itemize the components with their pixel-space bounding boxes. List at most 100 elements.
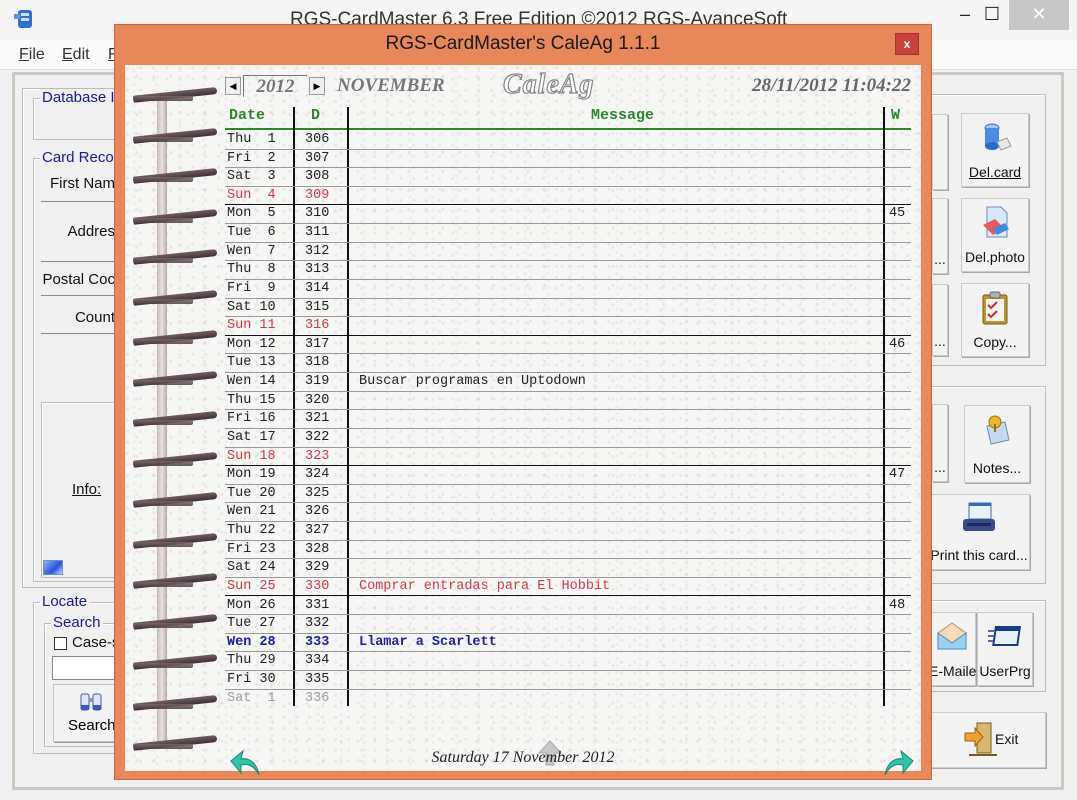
week-number-cell: 48 [889,597,906,613]
selected-date: Saturday 17 November 2012 [431,749,615,766]
day-of-year-cell: 330 [305,578,330,594]
calendar-row[interactable]: Mon 5 310 45 [225,205,911,225]
clipboard-icon [982,291,1008,325]
date-cell: Tue 6 [227,225,276,241]
exit-button[interactable]: Exit [928,712,1046,768]
calendar-row[interactable]: Sat 24 329 [225,559,911,578]
calendar-row[interactable]: Thu 22 327 [225,522,911,541]
dialog-close-button[interactable]: x [895,33,919,55]
month-label[interactable]: NOVEMBER [337,75,445,97]
year-field[interactable]: 2012 [243,75,307,97]
message-cell: Comprar entradas para El Hobbit [359,578,611,594]
del-card-button[interactable]: Del.card [961,113,1029,187]
copy-button[interactable]: Copy... [961,283,1029,357]
day-of-year-cell: 318 [305,355,330,371]
calendar-row[interactable]: Sun 4 309 [225,187,911,206]
spiral-ring [133,87,218,103]
calendar-row[interactable]: Tue 13 318 [225,354,911,374]
delete-photo-icon [983,206,1009,238]
calendar-row[interactable]: Sat 1 336 [225,690,911,709]
message-cell: Llamar a Scarlett [359,634,497,650]
day-of-year-cell: 322 [305,429,330,445]
calendar-row[interactable]: Sat 10 315 [225,299,911,318]
calendar-row[interactable]: Sun 25 330 Comprar entradas para El Hobbit [225,578,911,597]
date-cell: Wen 28 [227,634,276,650]
col-header-doy: D [311,107,321,124]
calendar-row[interactable]: Thu 29 334 [225,652,911,671]
week-number-cell: 46 [889,336,906,352]
calendar-row[interactable]: Fri 23 328 [225,541,911,560]
calendar-row[interactable]: Wen 28 333 Llamar a Scarlett [225,634,911,653]
case-sensitive-checkbox[interactable] [54,637,67,650]
calendar-row[interactable]: Thu 8 313 [225,261,911,280]
prev-year-button[interactable]: ◀ [225,77,241,95]
maximize-button[interactable]: ☐ [975,0,1009,30]
spiral-ring [133,411,218,427]
search-input[interactable] [52,656,122,680]
menu-file[interactable]: File [19,46,45,64]
calendar-row[interactable]: Tue 20 325 [225,485,911,504]
current-datetime: 28/11/2012 11:04:22 [752,75,911,96]
day-of-year-cell: 332 [305,616,330,632]
calendar-row[interactable]: Tue 27 332 [225,615,911,634]
date-cell: Thu 29 [227,653,276,669]
calendar-row[interactable]: Fri 16 321 [225,410,911,429]
date-cell: Sun 18 [227,448,276,464]
date-cell: Mon 26 [227,597,276,613]
del-photo-button[interactable]: Del.photo [961,198,1029,272]
day-of-year-cell: 311 [305,225,330,241]
calendar-row[interactable]: Fri 9 314 [225,280,911,299]
date-cell: Thu 22 [227,523,276,539]
calendar-row[interactable]: Wen 14 319 Buscar programas en Uptodown [225,373,911,392]
spiral-ring [133,127,218,144]
calendar-row[interactable]: Wen 21 326 [225,503,911,522]
spiral-ring [133,330,218,346]
userprg-button[interactable]: UserPrg [977,612,1033,686]
menu-edit[interactable]: Edit [62,46,90,64]
day-of-year-cell: 321 [305,411,330,427]
date-cell: Sat 24 [227,560,276,576]
calendar-page: ◀ 2012 ▶ NOVEMBER CaleAg 28/11/2012 11:0… [125,65,921,776]
date-cell: Thu 1 [227,132,276,147]
calendar-row[interactable]: Fri 30 335 [225,671,911,690]
calendar-row[interactable]: Mon 19 324 47 [225,466,911,485]
calendar-row[interactable]: Sun 11 316 [225,317,911,336]
header-rule [225,128,911,130]
calendar-row[interactable]: Sat 3 308 [225,168,911,187]
spiral-ring [133,532,218,549]
calendar-row[interactable]: Mon 26 331 48 [225,597,911,616]
envelope-icon [937,622,967,650]
partial-button-2[interactable]: ... [932,198,948,274]
partial-button-3[interactable]: ... [932,284,948,356]
day-of-year-cell: 313 [305,262,330,278]
spiral-ring [133,208,218,225]
partial-button-4[interactable]: ... [932,404,948,482]
print-card-button[interactable]: Print this card... [928,494,1030,570]
calendar-row[interactable]: Tue 6 311 [225,224,911,243]
date-cell: Sun 4 [227,187,276,203]
photo-icon[interactable] [43,560,63,575]
calendar-row[interactable]: Sun 18 323 [225,448,911,467]
emailer-button[interactable]: E-Mailer [928,612,981,686]
notes-button[interactable]: Notes... [964,405,1030,483]
close-button[interactable]: ✕ [1009,0,1069,30]
next-year-button[interactable]: ▶ [309,77,325,95]
calendar-row[interactable]: Sat 17 322 [225,429,911,448]
day-of-year-cell: 308 [305,169,330,185]
search-button[interactable]: Search [53,684,123,742]
day-of-year-cell: 328 [305,541,330,557]
calendar-row[interactable]: Mon 12 317 46 [225,336,911,355]
date-cell: Sat 1 [227,690,276,706]
day-of-year-cell: 323 [305,448,330,464]
day-of-year-cell: 326 [305,504,330,520]
spiral-ring [133,168,218,184]
calendar-row[interactable]: Thu 1 306 [225,131,911,150]
partial-button-1[interactable] [932,114,948,190]
info-label[interactable]: Info: [72,481,101,498]
calendar-row[interactable]: Fri 2 307 [225,150,911,169]
day-of-year-cell: 331 [305,597,330,613]
day-of-year-cell: 316 [305,318,330,334]
calendar-row[interactable]: Wen 7 312 [225,243,911,262]
calendar-row[interactable]: Thu 15 320 [225,392,911,411]
spiral-ring [133,654,218,670]
